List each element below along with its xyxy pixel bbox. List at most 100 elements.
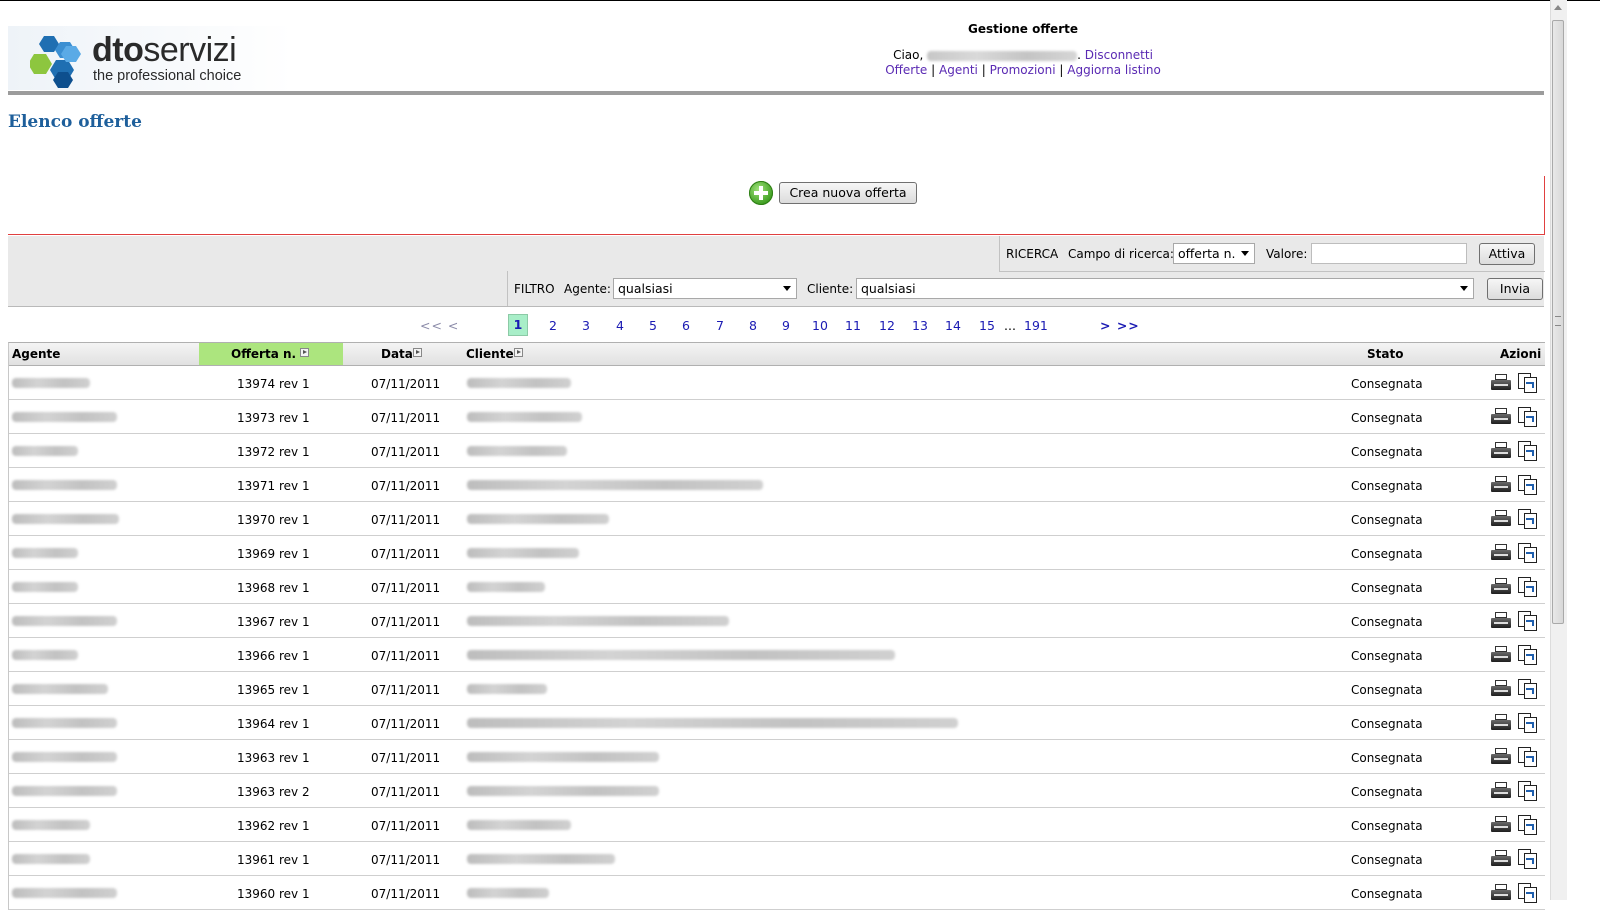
print-icon[interactable] — [1491, 510, 1511, 528]
page-link[interactable]: 14 — [945, 318, 961, 333]
duplicate-icon[interactable] — [1517, 440, 1539, 462]
app-title: Gestione offerte — [968, 22, 1078, 36]
search-value-input[interactable] — [1311, 243, 1467, 264]
col-offerta[interactable]: Offerta n. — [231, 347, 310, 361]
search-field-select[interactable]: offerta n. — [1173, 243, 1255, 264]
duplicate-icon[interactable] — [1517, 474, 1539, 496]
table-row[interactable]: 13969 rev 1 07/11/2011 Consegnata — [9, 536, 1545, 570]
duplicate-icon[interactable] — [1517, 576, 1539, 598]
table-row[interactable]: 13965 rev 1 07/11/2011 Consegnata — [9, 672, 1545, 706]
print-icon[interactable] — [1491, 408, 1511, 426]
print-icon[interactable] — [1491, 612, 1511, 630]
print-icon[interactable] — [1491, 782, 1511, 800]
print-icon[interactable] — [1491, 476, 1511, 494]
table-row[interactable]: 13971 rev 1 07/11/2011 Consegnata — [9, 468, 1545, 502]
duplicate-icon[interactable] — [1517, 610, 1539, 632]
duplicate-icon[interactable] — [1517, 814, 1539, 836]
page-link-last[interactable]: 191 — [1024, 318, 1048, 333]
table-row[interactable]: 13963 rev 2 07/11/2011 Consegnata — [9, 774, 1545, 808]
scroll-up-arrow-icon[interactable] — [1554, 5, 1562, 10]
page-link[interactable]: 10 — [812, 318, 828, 333]
offer-status: Consegnata — [1351, 377, 1423, 391]
print-icon[interactable] — [1491, 714, 1511, 732]
page-link[interactable]: 9 — [782, 318, 790, 333]
sort-icon[interactable] — [412, 348, 422, 357]
agent-name-redacted — [12, 888, 117, 898]
filter-agent-select[interactable]: qualsiasi — [613, 278, 797, 299]
page-link[interactable]: 3 — [582, 318, 590, 333]
print-icon[interactable] — [1491, 884, 1511, 902]
page-link[interactable]: 2 — [549, 318, 557, 333]
page-link[interactable]: 7 — [716, 318, 724, 333]
logo[interactable]: dtoservizi the professional choice — [8, 26, 293, 90]
create-offer-button[interactable]: Crea nuova offerta — [779, 182, 917, 204]
col-agente[interactable]: Agente — [12, 347, 60, 361]
pagination-next[interactable]: > >> — [1100, 318, 1140, 333]
print-icon[interactable] — [1491, 680, 1511, 698]
filter-client-select[interactable]: qualsiasi — [856, 278, 1474, 299]
duplicate-icon[interactable] — [1517, 406, 1539, 428]
print-icon[interactable] — [1491, 646, 1511, 664]
page-link[interactable]: 15 — [979, 318, 995, 333]
duplicate-icon[interactable] — [1517, 848, 1539, 870]
table-row[interactable]: 13961 rev 1 07/11/2011 Consegnata — [9, 842, 1545, 876]
nav-aggiorna-listino[interactable]: Aggiorna listino — [1067, 63, 1161, 77]
col-cliente[interactable]: Cliente — [466, 347, 523, 361]
pagination: << < 1 2 3 4 5 6 7 8 9 10 11 12 13 14 15… — [8, 312, 1544, 338]
agent-name-redacted — [12, 514, 119, 524]
page-link[interactable]: 4 — [616, 318, 624, 333]
print-icon[interactable] — [1491, 442, 1511, 460]
duplicate-icon[interactable] — [1517, 882, 1539, 904]
offer-date: 07/11/2011 — [371, 649, 441, 663]
table-row[interactable]: 13966 rev 1 07/11/2011 Consegnata — [9, 638, 1545, 672]
table-row[interactable]: 13962 rev 1 07/11/2011 Consegnata — [9, 808, 1545, 842]
offer-status: Consegnata — [1351, 615, 1423, 629]
offer-date: 07/11/2011 — [371, 377, 441, 391]
page-link[interactable]: 12 — [879, 318, 895, 333]
table-row[interactable]: 13963 rev 1 07/11/2011 Consegnata — [9, 740, 1545, 774]
col-data[interactable]: Data — [381, 347, 422, 361]
client-name-redacted — [467, 888, 549, 898]
pagination-prev[interactable]: << < — [420, 318, 459, 333]
table-row[interactable]: 13964 rev 1 07/11/2011 Consegnata — [9, 706, 1545, 740]
sort-icon[interactable] — [513, 348, 523, 357]
duplicate-icon[interactable] — [1517, 780, 1539, 802]
duplicate-icon[interactable] — [1517, 508, 1539, 530]
page-link[interactable]: 6 — [682, 318, 690, 333]
table-row[interactable]: 13973 rev 1 07/11/2011 Consegnata — [9, 400, 1545, 434]
page-link[interactable]: 13 — [912, 318, 928, 333]
table-row[interactable]: 13968 rev 1 07/11/2011 Consegnata — [9, 570, 1545, 604]
page-link[interactable]: 11 — [845, 318, 861, 333]
duplicate-icon[interactable] — [1517, 542, 1539, 564]
duplicate-icon[interactable] — [1517, 678, 1539, 700]
print-icon[interactable] — [1491, 544, 1511, 562]
table-row[interactable]: 13970 rev 1 07/11/2011 Consegnata — [9, 502, 1545, 536]
nav-promozioni[interactable]: Promozioni — [990, 63, 1056, 77]
sort-icon[interactable] — [300, 348, 310, 357]
search-submit-button[interactable]: Attiva — [1479, 243, 1535, 265]
client-name-redacted — [467, 718, 958, 728]
logout-link[interactable]: Disconnetti — [1085, 48, 1153, 62]
duplicate-icon[interactable] — [1517, 712, 1539, 734]
page-link-current[interactable]: 1 — [508, 314, 528, 336]
print-icon[interactable] — [1491, 850, 1511, 868]
print-icon[interactable] — [1491, 816, 1511, 834]
duplicate-icon[interactable] — [1517, 746, 1539, 768]
print-icon[interactable] — [1491, 748, 1511, 766]
table-row[interactable]: 13974 rev 1 07/11/2011 Consegnata — [9, 366, 1545, 400]
table-row[interactable]: 13960 rev 1 07/11/2011 Consegnata — [9, 876, 1545, 910]
main-nav: Offerte | Agenti | Promozioni | Aggiorna… — [868, 63, 1178, 77]
table-row[interactable]: 13967 rev 1 07/11/2011 Consegnata — [9, 604, 1545, 638]
page-link[interactable]: 5 — [649, 318, 657, 333]
nav-offerte[interactable]: Offerte — [885, 63, 927, 77]
filter-submit-button[interactable]: Invia — [1487, 278, 1543, 300]
nav-agenti[interactable]: Agenti — [939, 63, 978, 77]
page-link[interactable]: 8 — [749, 318, 757, 333]
duplicate-icon[interactable] — [1517, 644, 1539, 666]
duplicate-icon[interactable] — [1517, 372, 1539, 394]
table-row[interactable]: 13972 rev 1 07/11/2011 Consegnata — [9, 434, 1545, 468]
print-icon[interactable] — [1491, 578, 1511, 596]
add-icon[interactable] — [749, 181, 773, 205]
print-icon[interactable] — [1491, 374, 1511, 392]
offer-date: 07/11/2011 — [371, 751, 441, 765]
